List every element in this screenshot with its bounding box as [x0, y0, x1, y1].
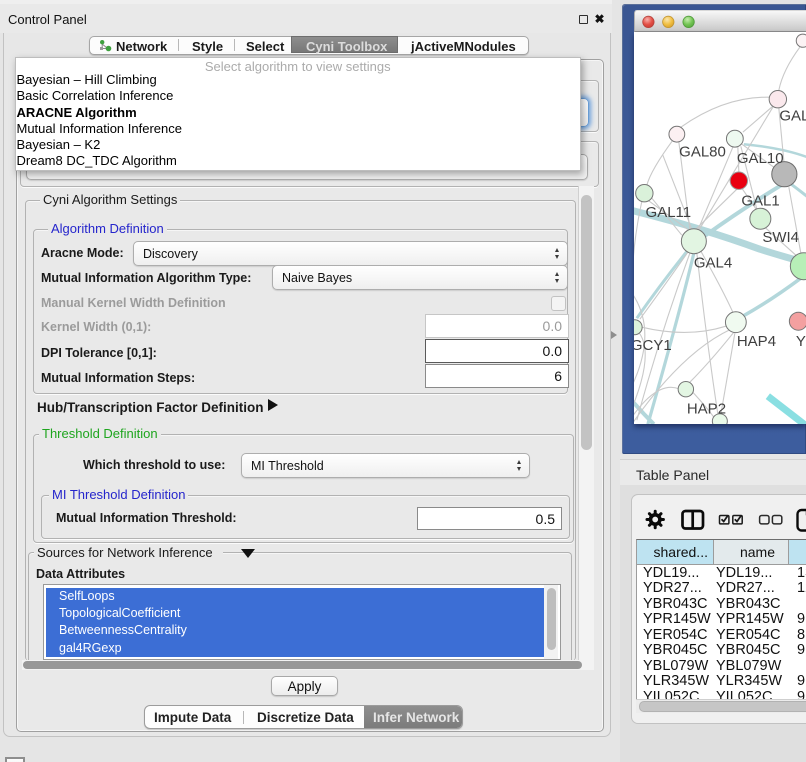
- svg-text:GAL11: GAL11: [646, 204, 692, 221]
- svg-text:GAL1: GAL1: [742, 192, 780, 209]
- svg-text:GCY1: GCY1: [634, 337, 672, 354]
- svg-text:HAP2: HAP2: [687, 400, 726, 417]
- svg-text:GAL80: GAL80: [679, 143, 726, 160]
- svg-text:HAP4: HAP4: [737, 333, 776, 350]
- svg-text:GAL10: GAL10: [737, 150, 784, 167]
- svg-text:SWI4: SWI4: [763, 229, 800, 246]
- svg-text:YJ: YJ: [796, 333, 806, 350]
- svg-text:GAL7: GAL7: [780, 107, 806, 124]
- svg-text:GAL4: GAL4: [694, 254, 732, 271]
